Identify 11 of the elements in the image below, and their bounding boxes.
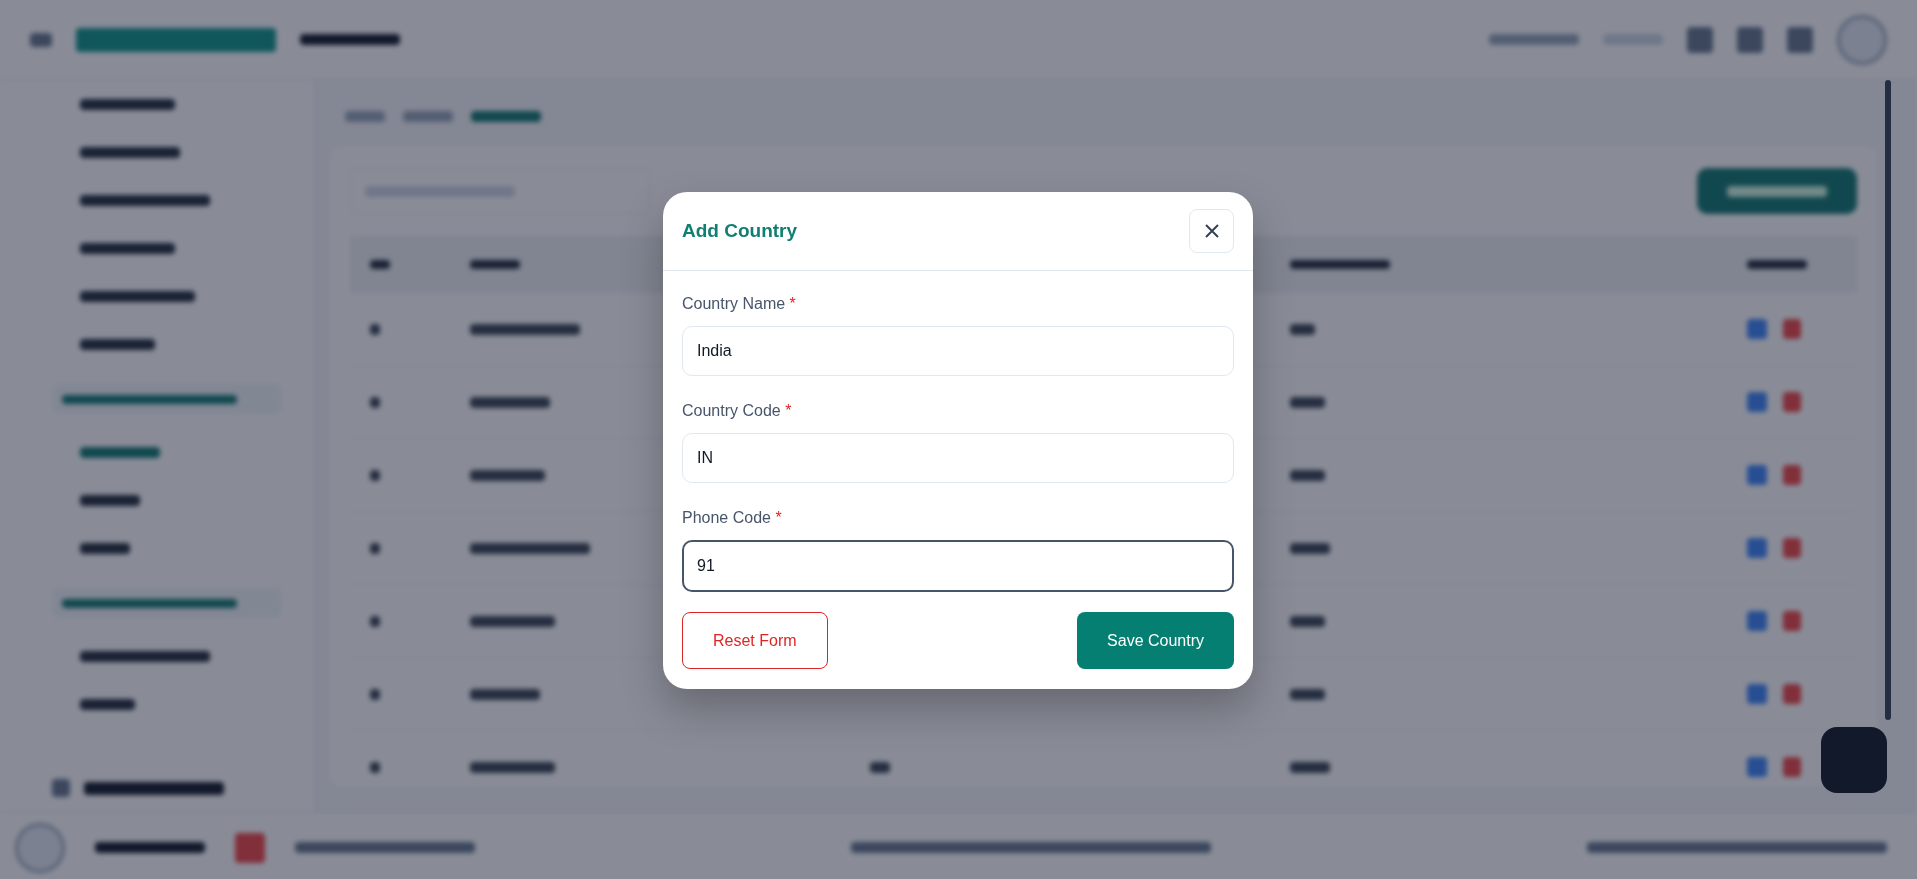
field-label: Country Name * xyxy=(682,295,797,313)
input-field[interactable]: India xyxy=(682,326,1234,376)
close-icon xyxy=(1203,223,1220,239)
field-label: Country Code * xyxy=(682,402,793,420)
save-button[interactable]: Save Country xyxy=(1077,612,1234,669)
close-button[interactable] xyxy=(1189,209,1234,253)
input-field[interactable]: IN xyxy=(682,433,1234,483)
field-label: Phone Code * xyxy=(682,509,783,527)
dialog-title: Add Country xyxy=(682,220,798,242)
input-field[interactable]: 91 xyxy=(682,540,1234,592)
reset-button[interactable]: Reset Form xyxy=(682,612,828,669)
